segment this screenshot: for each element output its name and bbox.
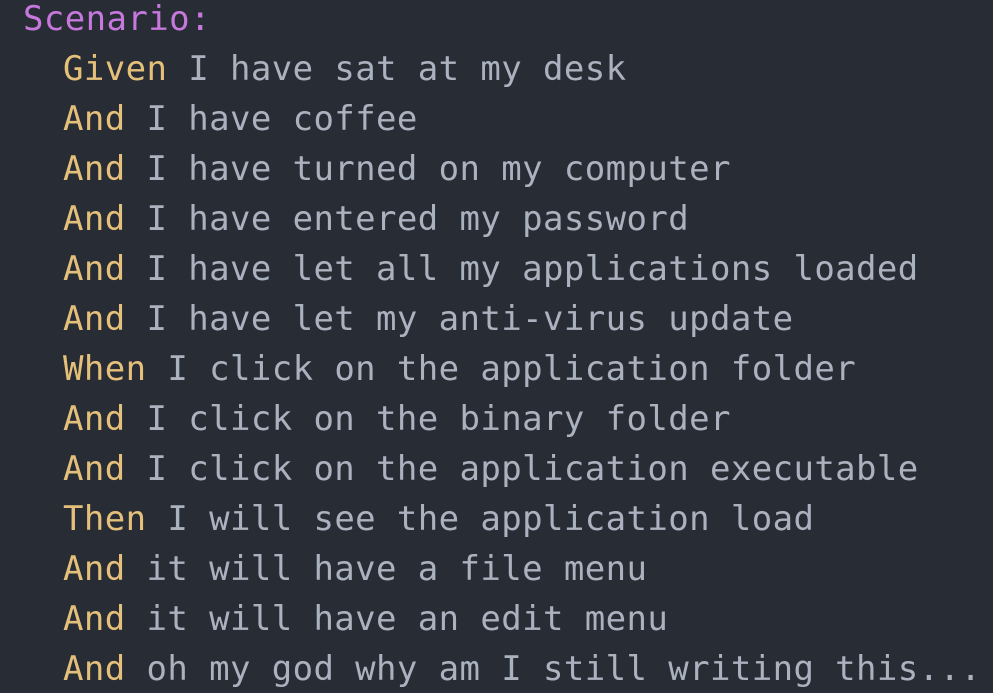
- step-line: And it will have an edit menu: [63, 594, 668, 644]
- code-editor[interactable]: Scenario: Given I have sat at my desk An…: [0, 0, 993, 693]
- step-keyword: Then: [63, 499, 147, 539]
- step-line: And I have turned on my computer: [63, 144, 731, 194]
- step-keyword: And: [63, 149, 126, 189]
- step-line: And I have entered my password: [63, 194, 689, 244]
- step-text: I have sat at my desk: [188, 49, 627, 89]
- step-line: Given I have sat at my desk: [63, 44, 627, 94]
- step-text: I click on the application folder: [167, 349, 857, 389]
- step-line: Then I will see the application load: [63, 494, 814, 544]
- step-keyword: Given: [63, 49, 168, 89]
- step-keyword: And: [63, 599, 126, 639]
- step-text: I have coffee: [146, 99, 418, 139]
- step-line: And I have let all my applications loade…: [63, 244, 919, 294]
- step-line: And it will have a file menu: [63, 544, 647, 594]
- scenario-heading: Scenario:: [23, 0, 211, 39]
- step-keyword: And: [63, 199, 126, 239]
- step-line: And I click on the binary folder: [63, 394, 731, 444]
- step-text: I click on the binary folder: [146, 399, 731, 439]
- step-keyword: When: [63, 349, 147, 389]
- step-keyword: And: [63, 399, 126, 439]
- step-keyword: And: [63, 299, 126, 339]
- step-line: And I click on the application executabl…: [63, 444, 919, 494]
- step-text: I have turned on my computer: [146, 149, 731, 189]
- step-line: And I have let my anti-virus update: [63, 294, 793, 344]
- step-keyword: And: [63, 549, 126, 589]
- step-keyword: And: [63, 449, 126, 489]
- step-text: I have entered my password: [146, 199, 690, 239]
- step-text: I have let all my applications loaded: [146, 249, 919, 289]
- step-keyword: And: [63, 649, 126, 689]
- step-line: When I click on the application folder: [63, 344, 856, 394]
- step-text: it will have a file menu: [146, 549, 648, 589]
- step-text: oh my god why am I still writing this...: [146, 649, 982, 689]
- step-text: I click on the application executable: [146, 449, 919, 489]
- step-line: And oh my god why am I still writing thi…: [63, 644, 981, 693]
- step-keyword: And: [63, 249, 126, 289]
- step-text: I have let my anti-virus update: [146, 299, 794, 339]
- step-line: And I have coffee: [63, 94, 418, 144]
- step-keyword: And: [63, 99, 126, 139]
- step-text: it will have an edit menu: [146, 599, 669, 639]
- step-text: I will see the application load: [167, 499, 815, 539]
